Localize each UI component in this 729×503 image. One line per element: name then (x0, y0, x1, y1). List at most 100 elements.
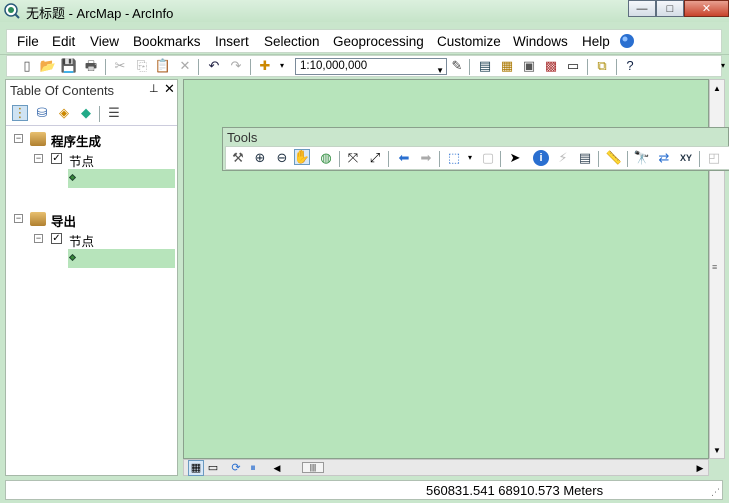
scroll-thumb-grip[interactable]: ≡ (712, 262, 717, 272)
horizontal-scroll-thumb[interactable]: ||| (302, 462, 324, 473)
paste-icon[interactable]: 📋 (155, 58, 171, 74)
list-by-visibility-icon[interactable]: ◈ (56, 105, 72, 121)
scroll-down-icon[interactable]: ▼ (713, 446, 721, 455)
data-view-icon[interactable]: ▦ (188, 460, 204, 476)
list-by-drawing-order-icon[interactable]: ⋮ (12, 105, 28, 121)
model-builder-icon[interactable]: ⧉ (594, 58, 610, 74)
help-globe-icon[interactable] (619, 33, 635, 49)
arcmap-globe-icon (4, 3, 20, 19)
pin-icon[interactable]: ⊥ (149, 82, 159, 95)
toc-title: Table Of Contents (10, 83, 115, 98)
redo-icon[interactable]: ↷ (228, 58, 244, 74)
html-popup-icon[interactable]: ▤ (577, 150, 593, 166)
menu-view[interactable]: View (90, 34, 119, 49)
standard-toolbar: ▯ 📂 💾 🖶 ✂ ⎘ 📋 ✕ ↶ ↷ ✚ ▾ 1:10,000,000 ▼ ✎… (0, 55, 729, 77)
editor-toolbar-icon[interactable]: ✎ (449, 58, 465, 74)
arctoolbox-icon[interactable]: ▩ (543, 58, 559, 74)
menu-file[interactable]: File (17, 34, 39, 49)
menu-bar: File Edit View Bookmarks Insert Selectio… (0, 22, 729, 55)
go-to-xy-icon[interactable]: XY (678, 150, 694, 166)
map-scale-combobox[interactable]: 1:10,000,000 ▼ (295, 58, 447, 75)
catalog-icon[interactable]: ▦ (499, 58, 515, 74)
layer-symbol-row[interactable] (68, 169, 175, 188)
layer-visibility-checkbox[interactable]: ✓ (51, 233, 62, 244)
scroll-right-icon[interactable]: ▶ (692, 460, 708, 476)
undo-icon[interactable]: ↶ (206, 58, 222, 74)
identify-icon[interactable]: i (533, 150, 549, 166)
maximize-button[interactable]: □ (656, 0, 684, 17)
title-bar: 无标题 - ArcMap - ArcInfo — □ ✕ (0, 0, 729, 22)
copy-icon[interactable]: ⎘ (134, 58, 150, 74)
back-arrow-icon[interactable]: ⬅ (396, 150, 412, 166)
table-of-contents-icon[interactable]: ▤ (477, 58, 493, 74)
fixed-zoom-out-icon[interactable]: ⤢ (367, 150, 383, 166)
select-elements-icon[interactable]: ➤ (507, 150, 523, 166)
layer-name[interactable]: 节点 (69, 231, 94, 250)
layer-expand-icon[interactable]: − (34, 154, 43, 163)
python-window-icon[interactable]: ▭ (565, 58, 581, 74)
print-icon[interactable]: 🖶 (83, 58, 99, 74)
toc-options-icon[interactable]: ☰ (106, 105, 122, 121)
select-features-icon[interactable]: ⬚ (446, 150, 462, 166)
new-document-icon[interactable]: ▯ (19, 58, 35, 74)
fixed-zoom-in-icon[interactable]: ⤧ (345, 150, 361, 166)
pause-drawing-icon[interactable]: ⏸ (245, 460, 261, 476)
open-folder-icon[interactable]: 📂 (40, 58, 56, 74)
search-window-icon[interactable]: ▣ (521, 58, 537, 74)
save-icon[interactable]: 💾 (61, 58, 77, 74)
menu-selection[interactable]: Selection (264, 34, 320, 49)
clear-selection-icon[interactable]: ▢ (480, 150, 496, 166)
map-scale-value: 1:10,000,000 (300, 60, 368, 72)
zoom-out-icon[interactable]: ⊖ (274, 150, 290, 166)
add-data-dropdown-icon[interactable]: ▾ (274, 58, 290, 74)
cut-icon[interactable]: ✂ (112, 58, 128, 74)
layer-group-icon (30, 212, 46, 226)
toc-close-icon[interactable]: ✕ (164, 81, 175, 97)
minimize-button[interactable]: — (628, 0, 656, 17)
forward-arrow-icon[interactable]: ➡ (418, 150, 434, 166)
find-route-icon[interactable]: ⇄ (656, 150, 672, 166)
menu-help[interactable]: Help (582, 34, 610, 49)
full-extent-globe-icon[interactable]: ◍ (318, 150, 334, 166)
zoom-in-icon[interactable]: ⊕ (252, 150, 268, 166)
time-slider-icon[interactable]: ◰ (706, 150, 722, 166)
menu-insert[interactable]: Insert (215, 34, 249, 49)
window-title: 无标题 - ArcMap - ArcInfo (26, 6, 174, 21)
layer-expand-icon[interactable]: − (34, 234, 43, 243)
whats-this-icon[interactable]: ? (622, 58, 638, 74)
tools-toolbar-title: Tools (227, 130, 258, 145)
menu-customize[interactable]: Customize (437, 34, 501, 49)
menu-windows[interactable]: Windows (513, 34, 568, 49)
measure-icon[interactable]: 📏 (606, 150, 622, 166)
tools-toolbar-window[interactable]: Tools ⚒ ⊕ ⊖ ✋ ◍ ⤧ ⤢ ⬅ ➡ ⬚ ▾ ▢ ➤ i ⚡ ▤ 📏 … (222, 127, 729, 171)
scroll-left-icon[interactable]: ◀ (269, 460, 285, 476)
pan-hand-icon[interactable]: ✋ (294, 149, 310, 165)
scroll-up-icon[interactable]: ▲ (713, 84, 721, 93)
point-symbol-icon (68, 253, 77, 262)
resize-grip-icon[interactable]: ⋰ (711, 487, 720, 498)
select-dropdown-icon[interactable]: ▾ (462, 150, 478, 166)
group-expand-icon[interactable]: − (14, 134, 23, 143)
refresh-icon[interactable]: ⟳ (228, 460, 244, 476)
layer-name[interactable]: 节点 (69, 151, 94, 170)
menu-geoprocessing[interactable]: Geoprocessing (333, 34, 424, 49)
status-bar: 560831.541 68910.573 Meters ⋰ (0, 476, 729, 503)
delete-icon[interactable]: ✕ (177, 58, 193, 74)
toolbar-overflow-icon[interactable]: ▾ (715, 58, 729, 74)
group-name[interactable]: 程序生成 (51, 131, 101, 150)
list-by-selection-icon[interactable]: ◆ (78, 105, 94, 121)
layer-visibility-checkbox[interactable]: ✓ (51, 153, 62, 164)
group-name[interactable]: 导出 (51, 211, 76, 230)
menu-bookmarks[interactable]: Bookmarks (133, 34, 201, 49)
close-button[interactable]: ✕ (684, 0, 729, 17)
layer-symbol-row[interactable] (68, 249, 175, 268)
list-by-source-icon[interactable]: ⛁ (34, 105, 50, 121)
layout-view-icon[interactable]: ▭ (205, 460, 221, 476)
find-binoculars-icon[interactable]: 🔭 (634, 150, 650, 166)
group-expand-icon[interactable]: − (14, 214, 23, 223)
chevron-down-icon[interactable]: ▼ (436, 63, 444, 78)
hammer-icon[interactable]: ⚒ (230, 150, 246, 166)
add-data-icon[interactable]: ✚ (257, 58, 273, 74)
hyperlink-icon[interactable]: ⚡ (555, 150, 571, 166)
menu-edit[interactable]: Edit (52, 34, 75, 49)
